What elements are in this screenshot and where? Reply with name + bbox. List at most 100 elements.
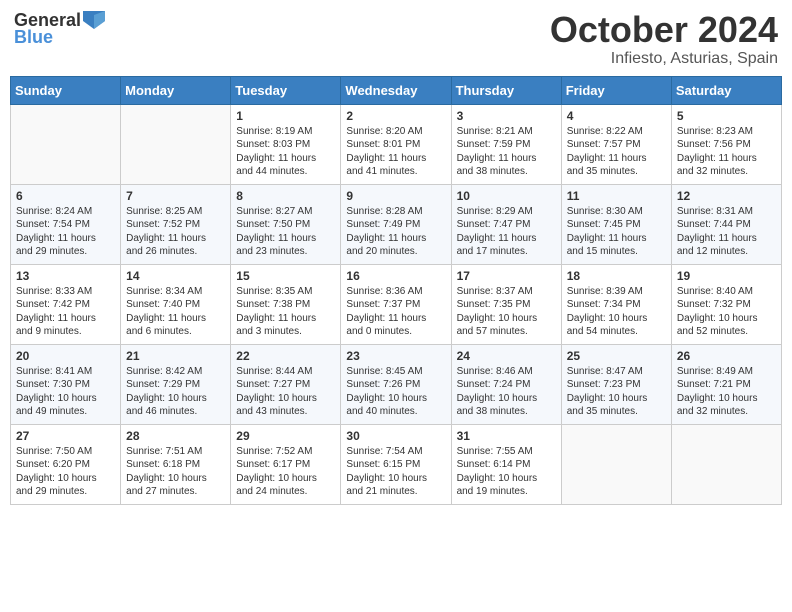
day-number: 28 [126,429,225,443]
day-number: 19 [677,269,776,283]
calendar-week-row: 20 Sunrise: 8:41 AM Sunset: 7:30 PM Dayli… [11,344,782,424]
calendar-cell: 12 Sunrise: 8:31 AM Sunset: 7:44 PM Dayli… [671,184,781,264]
day-content: Sunrise: 8:25 AM Sunset: 7:52 PM Dayligh… [126,205,225,259]
day-content: Sunrise: 7:54 AM Sunset: 6:15 PM Dayligh… [346,445,445,499]
day-content: Sunrise: 8:24 AM Sunset: 7:54 PM Dayligh… [16,205,115,259]
day-number: 16 [346,269,445,283]
calendar-cell [11,104,121,184]
logo-blue-text: Blue [14,27,53,48]
calendar-cell: 2 Sunrise: 8:20 AM Sunset: 8:01 PM Daylig… [341,104,451,184]
day-number: 10 [457,189,556,203]
calendar-cell [121,104,231,184]
calendar-cell: 17Sunrise: 8:37 AM Sunset: 7:35 PM Dayli… [451,264,561,344]
day-number: 3 [457,109,556,123]
calendar-cell: 19Sunrise: 8:40 AM Sunset: 7:32 PM Dayli… [671,264,781,344]
weekday-header-monday: Monday [121,76,231,104]
page-header: General Blue October 2024 Infiesto, Astu… [10,10,782,68]
day-content: Sunrise: 8:34 AM Sunset: 7:40 PM Dayligh… [126,285,225,339]
day-number: 1 [236,109,335,123]
day-content: Sunrise: 8:45 AM Sunset: 7:26 PM Dayligh… [346,365,445,419]
calendar-cell: 27Sunrise: 7:50 AM Sunset: 6:20 PM Dayli… [11,424,121,504]
day-content: Sunrise: 8:39 AM Sunset: 7:34 PM Dayligh… [567,285,666,339]
calendar-cell: 30 Sunrise: 7:54 AM Sunset: 6:15 PM Dayli… [341,424,451,504]
day-content: Sunrise: 8:35 AM Sunset: 7:38 PM Dayligh… [236,285,335,339]
calendar-cell: 20 Sunrise: 8:41 AM Sunset: 7:30 PM Dayli… [11,344,121,424]
location-text: Infiesto, Asturias, Spain [550,50,778,68]
day-content: Sunrise: 8:28 AM Sunset: 7:49 PM Dayligh… [346,205,445,259]
calendar-cell: 4 Sunrise: 8:22 AM Sunset: 7:57 PM Daylig… [561,104,671,184]
calendar-cell: 26 Sunrise: 8:49 AM Sunset: 7:21 PM Dayli… [671,344,781,424]
weekday-header-row: SundayMondayTuesdayWednesdayThursdayFrid… [11,76,782,104]
calendar-cell [561,424,671,504]
calendar-cell: 3 Sunrise: 8:21 AM Sunset: 7:59 PM Daylig… [451,104,561,184]
day-number: 23 [346,349,445,363]
day-content: Sunrise: 8:30 AM Sunset: 7:45 PM Dayligh… [567,205,666,259]
calendar-week-row: 6 Sunrise: 8:24 AM Sunset: 7:54 PM Daylig… [11,184,782,264]
day-content: Sunrise: 8:20 AM Sunset: 8:01 PM Dayligh… [346,125,445,179]
weekday-header-tuesday: Tuesday [231,76,341,104]
day-number: 31 [457,429,556,443]
logo-flag-icon [83,11,105,29]
day-number: 18 [567,269,666,283]
day-number: 8 [236,189,335,203]
day-number: 22 [236,349,335,363]
day-content: Sunrise: 8:42 AM Sunset: 7:29 PM Dayligh… [126,365,225,419]
calendar-cell: 7 Sunrise: 8:25 AM Sunset: 7:52 PM Daylig… [121,184,231,264]
day-number: 24 [457,349,556,363]
day-content: Sunrise: 8:37 AM Sunset: 7:35 PM Dayligh… [457,285,556,339]
day-content: Sunrise: 7:52 AM Sunset: 6:17 PM Dayligh… [236,445,335,499]
calendar-cell: 5Sunrise: 8:23 AM Sunset: 7:56 PM Daylig… [671,104,781,184]
weekday-header-saturday: Saturday [671,76,781,104]
day-number: 7 [126,189,225,203]
calendar-cell: 23 Sunrise: 8:45 AM Sunset: 7:26 PM Dayli… [341,344,451,424]
day-number: 13 [16,269,115,283]
calendar-week-row: 1 Sunrise: 8:19 AM Sunset: 8:03 PM Daylig… [11,104,782,184]
weekday-header-friday: Friday [561,76,671,104]
calendar-cell: 13 Sunrise: 8:33 AM Sunset: 7:42 PM Dayli… [11,264,121,344]
day-number: 4 [567,109,666,123]
day-content: Sunrise: 8:46 AM Sunset: 7:24 PM Dayligh… [457,365,556,419]
calendar-cell: 1 Sunrise: 8:19 AM Sunset: 8:03 PM Daylig… [231,104,341,184]
day-content: Sunrise: 8:19 AM Sunset: 8:03 PM Dayligh… [236,125,335,179]
title-block: October 2024 Infiesto, Asturias, Spain [550,10,778,68]
day-number: 21 [126,349,225,363]
weekday-header-wednesday: Wednesday [341,76,451,104]
day-content: Sunrise: 8:41 AM Sunset: 7:30 PM Dayligh… [16,365,115,419]
calendar-week-row: 27Sunrise: 7:50 AM Sunset: 6:20 PM Dayli… [11,424,782,504]
calendar-cell: 29Sunrise: 7:52 AM Sunset: 6:17 PM Dayli… [231,424,341,504]
day-number: 12 [677,189,776,203]
day-content: Sunrise: 8:49 AM Sunset: 7:21 PM Dayligh… [677,365,776,419]
calendar-cell: 31 Sunrise: 7:55 AM Sunset: 6:14 PM Dayli… [451,424,561,504]
day-content: Sunrise: 8:36 AM Sunset: 7:37 PM Dayligh… [346,285,445,339]
calendar-cell: 16 Sunrise: 8:36 AM Sunset: 7:37 PM Dayli… [341,264,451,344]
weekday-header-thursday: Thursday [451,76,561,104]
calendar-cell: 15 Sunrise: 8:35 AM Sunset: 7:38 PM Dayli… [231,264,341,344]
day-number: 27 [16,429,115,443]
day-content: Sunrise: 8:33 AM Sunset: 7:42 PM Dayligh… [16,285,115,339]
day-number: 20 [16,349,115,363]
calendar-cell: 10Sunrise: 8:29 AM Sunset: 7:47 PM Dayli… [451,184,561,264]
calendar-cell: 11 Sunrise: 8:30 AM Sunset: 7:45 PM Dayli… [561,184,671,264]
day-number: 11 [567,189,666,203]
calendar-cell: 8Sunrise: 8:27 AM Sunset: 7:50 PM Daylig… [231,184,341,264]
day-number: 6 [16,189,115,203]
day-number: 30 [346,429,445,443]
month-title: October 2024 [550,10,778,50]
calendar-table: SundayMondayTuesdayWednesdayThursdayFrid… [10,76,782,505]
day-content: Sunrise: 8:22 AM Sunset: 7:57 PM Dayligh… [567,125,666,179]
day-number: 15 [236,269,335,283]
weekday-header-sunday: Sunday [11,76,121,104]
calendar-cell: 9 Sunrise: 8:28 AM Sunset: 7:49 PM Daylig… [341,184,451,264]
day-content: Sunrise: 8:21 AM Sunset: 7:59 PM Dayligh… [457,125,556,179]
calendar-cell: 25Sunrise: 8:47 AM Sunset: 7:23 PM Dayli… [561,344,671,424]
calendar-cell: 28Sunrise: 7:51 AM Sunset: 6:18 PM Dayli… [121,424,231,504]
day-number: 9 [346,189,445,203]
calendar-cell: 21 Sunrise: 8:42 AM Sunset: 7:29 PM Dayli… [121,344,231,424]
day-content: Sunrise: 7:55 AM Sunset: 6:14 PM Dayligh… [457,445,556,499]
day-number: 2 [346,109,445,123]
calendar-cell: 6 Sunrise: 8:24 AM Sunset: 7:54 PM Daylig… [11,184,121,264]
day-number: 5 [677,109,776,123]
day-number: 26 [677,349,776,363]
calendar-cell [671,424,781,504]
day-content: Sunrise: 8:31 AM Sunset: 7:44 PM Dayligh… [677,205,776,259]
